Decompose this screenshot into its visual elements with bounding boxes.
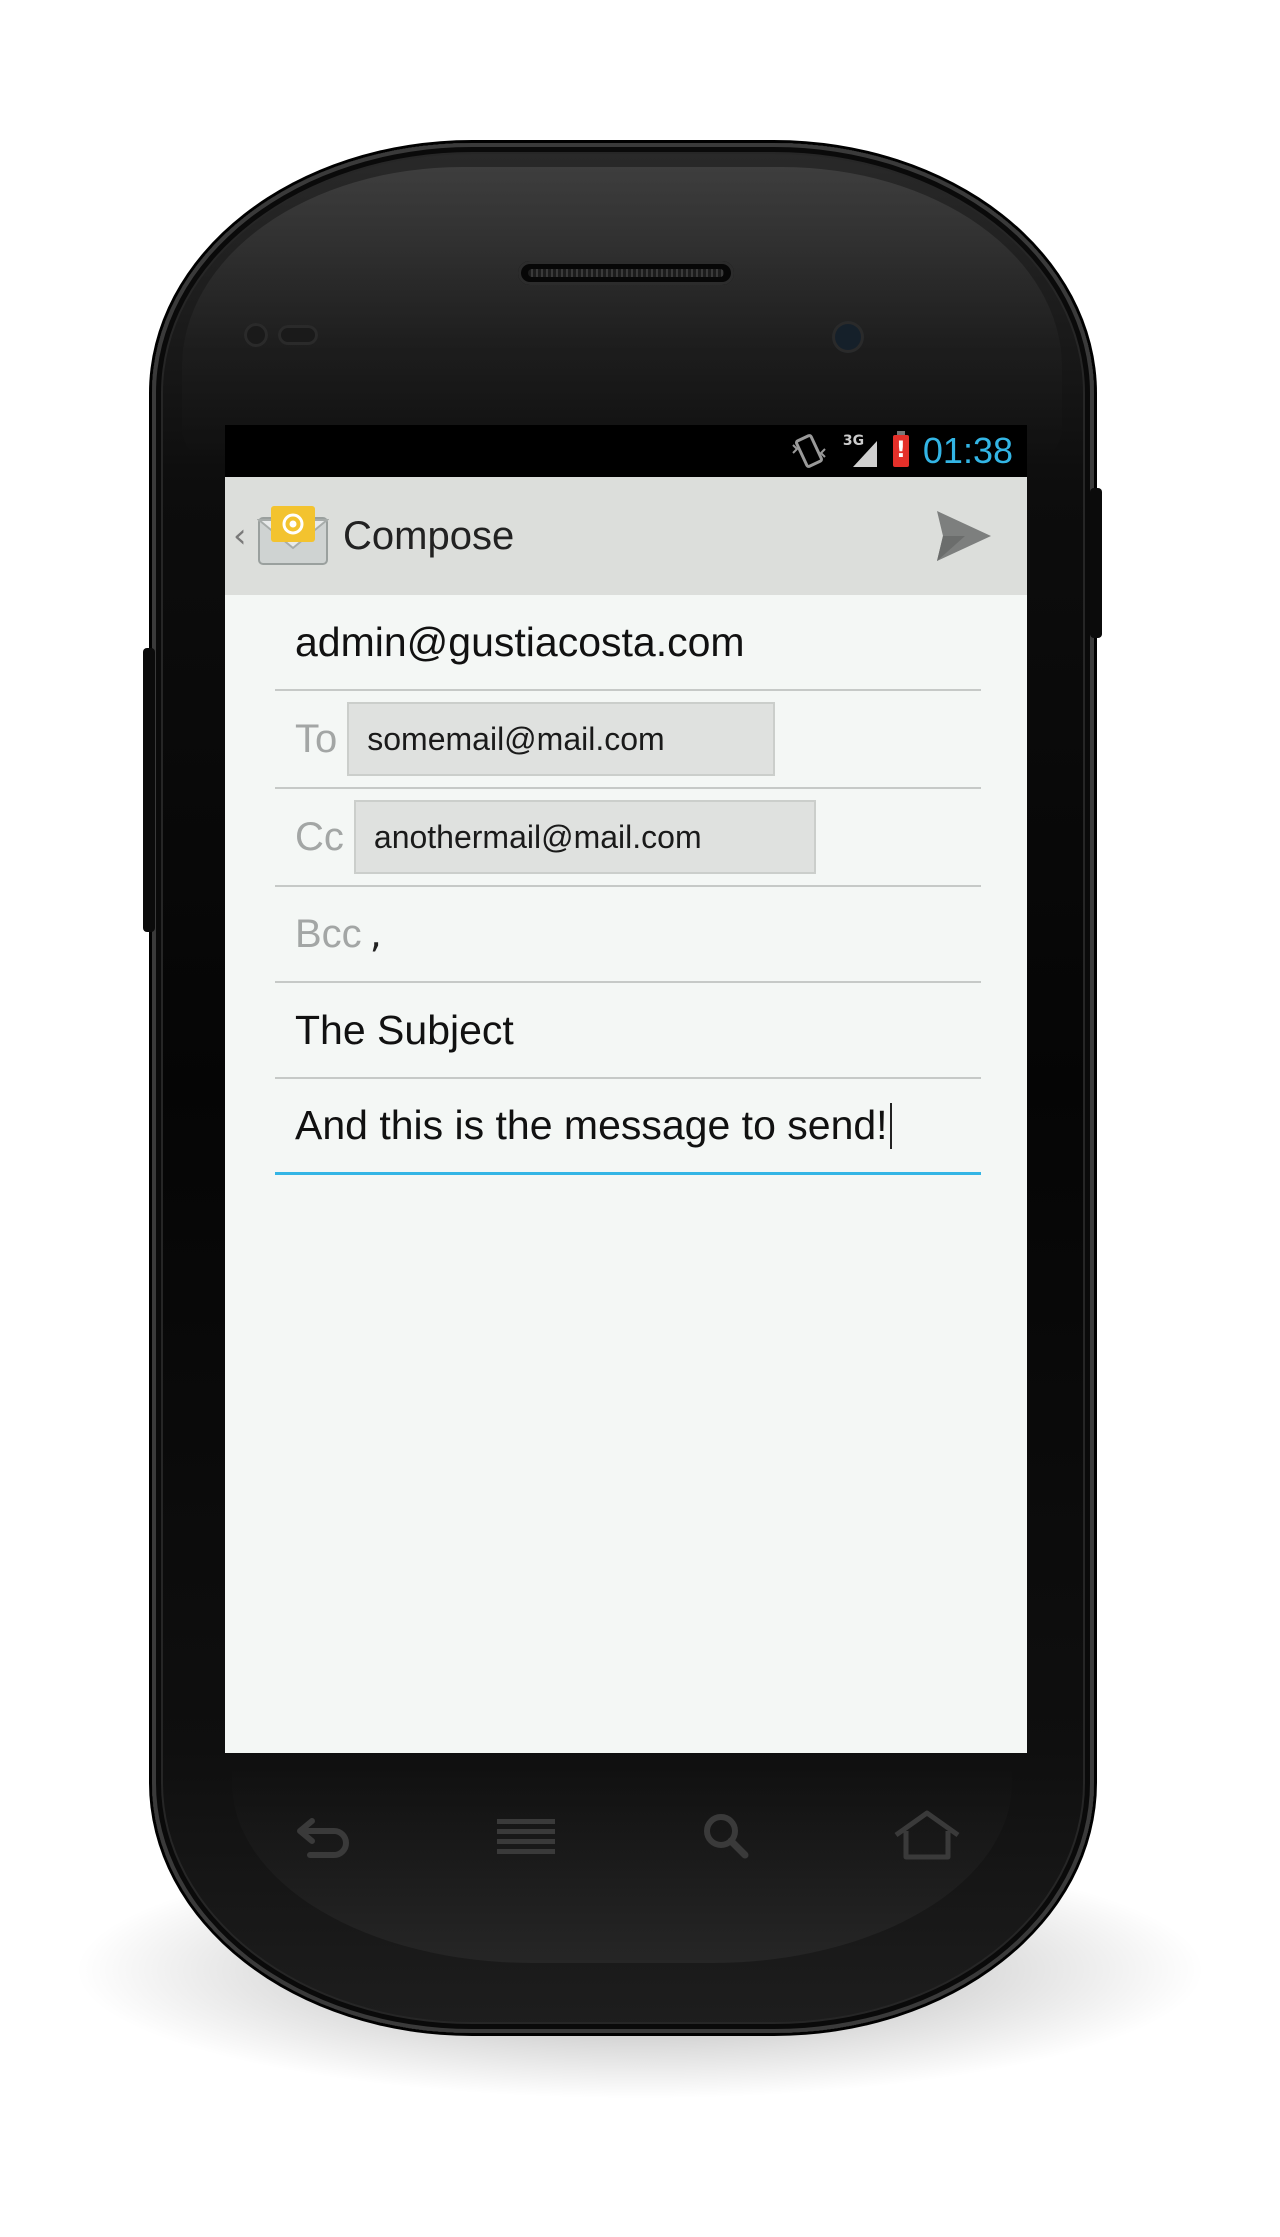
to-label: To — [295, 716, 338, 761]
to-recipient-text: somemail@mail.com — [367, 720, 665, 757]
home-icon — [894, 1810, 960, 1860]
menu-key[interactable] — [491, 1807, 561, 1863]
action-bar: ‹ Compose — [225, 477, 1027, 595]
vibrate-icon — [792, 434, 826, 468]
proximity-sensor — [244, 323, 268, 347]
subject-field[interactable]: The Subject — [275, 983, 981, 1079]
from-field[interactable]: admin@gustiacosta.com — [275, 595, 981, 691]
light-sensor — [278, 325, 318, 345]
send-button[interactable] — [935, 509, 993, 563]
speaker-grill — [528, 269, 724, 277]
home-key[interactable] — [892, 1807, 962, 1863]
volume-rocker[interactable] — [143, 648, 155, 932]
cc-recipient-text: anothermail@mail.com — [373, 818, 702, 855]
message-body-text: And this is the message to send! — [295, 1102, 888, 1148]
send-icon — [937, 511, 991, 561]
text-cursor — [889, 1102, 892, 1149]
menu-icon — [496, 1819, 555, 1854]
earpiece-speaker — [518, 261, 734, 285]
to-field[interactable]: To somemail@mail.com — [275, 691, 981, 789]
phone-screen: 3G ! 01:38 ‹ Compose admin@gustiacosta.c… — [225, 425, 1027, 1753]
action-bar-title: Compose — [343, 513, 515, 558]
power-button[interactable] — [1090, 488, 1102, 638]
phone-gloss — [182, 167, 1062, 467]
cc-field[interactable]: Cc anothermail@mail.com — [275, 789, 981, 887]
hardware-nav-keys — [225, 1760, 1027, 1910]
cc-recipient-chip[interactable]: anothermail@mail.com — [353, 800, 816, 874]
from-address: admin@gustiacosta.com — [295, 618, 745, 665]
status-bar: 3G ! 01:38 — [225, 425, 1027, 477]
compose-screen: ‹ Compose admin@gustiacosta.com To somem… — [225, 477, 1027, 1753]
subject-text: The Subject — [295, 1006, 514, 1053]
cc-label: Cc — [295, 814, 344, 859]
up-navigation-icon[interactable]: ‹ — [233, 516, 255, 556]
battery-alert-icon: ! — [892, 431, 909, 467]
to-recipient-chip[interactable]: somemail@mail.com — [347, 702, 776, 776]
back-icon — [297, 1818, 350, 1858]
signal-3g-icon: 3G — [843, 433, 879, 467]
email-app-icon[interactable] — [256, 504, 330, 568]
front-camera — [832, 321, 864, 353]
status-time: 01:38 — [922, 430, 1013, 471]
bcc-label: Bcc — [295, 911, 362, 956]
bcc-value: , — [369, 912, 382, 956]
search-key[interactable] — [691, 1807, 761, 1863]
search-icon — [704, 1814, 749, 1859]
back-key[interactable] — [290, 1807, 360, 1863]
message-body-field[interactable]: And this is the message to send! — [275, 1079, 981, 1175]
bcc-field[interactable]: Bcc , — [275, 887, 981, 983]
